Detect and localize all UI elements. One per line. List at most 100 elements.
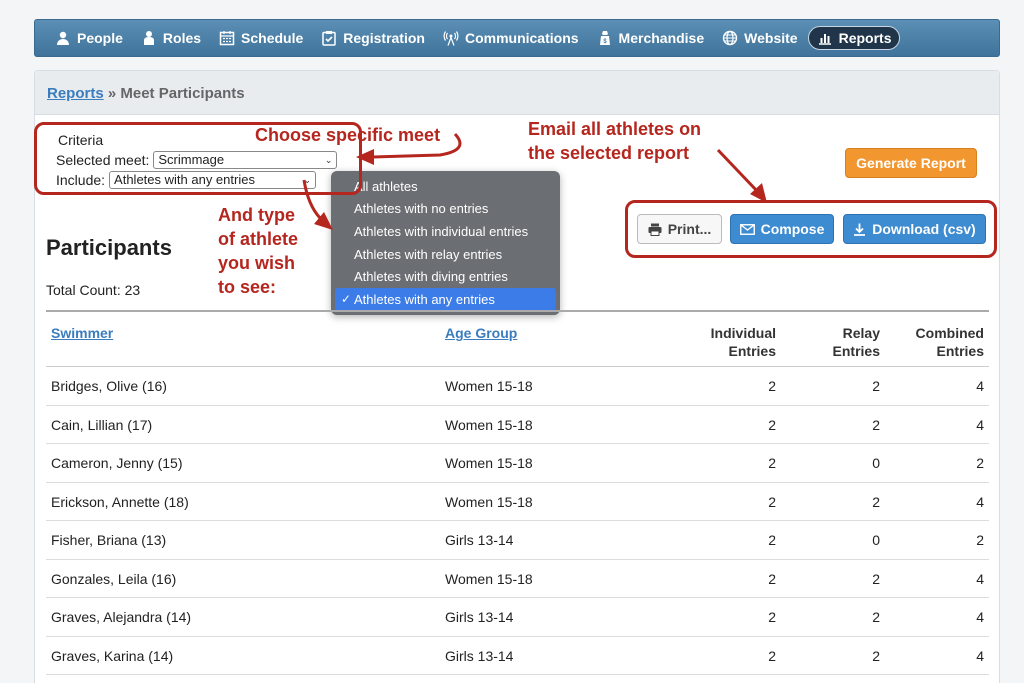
individual-entries-cell: 2 (768, 378, 776, 394)
breadcrumb-current: Meet Participants (120, 85, 245, 102)
combined-entries-cell: 2 (976, 532, 984, 548)
generate-report-label: Generate Report (856, 155, 966, 171)
relay-entries-cell: 2 (872, 416, 880, 433)
individual-entries-cell: 2 (768, 455, 776, 471)
age-group-cell: Girls 13-14 (445, 647, 514, 664)
swimmer-name-cell: Gonzales, Leila (16) (51, 570, 177, 587)
dropdown-option-selected-label: Athletes with any entries (354, 291, 495, 307)
relay-entries-cell: 2 (872, 493, 880, 510)
combined-entries-cell: 4 (976, 570, 984, 587)
age-group-cell: Girls 13-14 (445, 532, 514, 548)
swimmer-name-cell: Bridges, Olive (16) (51, 378, 167, 394)
swimmer-name-cell: Cain, Lillian (17) (51, 416, 153, 433)
individual-header-line2: Entries (728, 343, 776, 359)
combined-entries-cell: 4 (976, 647, 984, 664)
combined-entries-cell: 4 (976, 609, 984, 625)
nav-registration-label: Registration (343, 30, 425, 46)
table-header: Swimmer Age Group Individual Entries Rel… (46, 310, 989, 367)
table-row: Gonzales, Leila (16) Women 15-18 2 2 4 (46, 560, 989, 598)
checkmark-icon: ✓ (341, 292, 352, 307)
combined-header-line2: Entries (936, 343, 984, 359)
include-dropdown-menu: All athletes Athletes with no entries At… (331, 171, 560, 315)
nav-website[interactable]: Website (714, 26, 805, 50)
individual-entries-cell: 2 (768, 570, 776, 587)
person-icon (57, 31, 69, 45)
breadcrumb-reports-link[interactable]: Reports (47, 85, 104, 102)
individual-entries-cell: 2 (768, 647, 776, 664)
table-row: Fisher, Briana (13) Girls 13-14 2 0 2 (46, 521, 989, 560)
swimmer-column-header[interactable]: Swimmer (51, 324, 113, 342)
relay-entries-cell: 0 (872, 532, 880, 548)
table-body: Bridges, Olive (16) Women 15-18 2 2 4 Cain, L… (46, 367, 989, 675)
clipboard-icon (322, 31, 337, 46)
individual-entries-cell: 2 (768, 532, 776, 548)
age-group-cell: Women 15-18 (445, 378, 533, 394)
nav-registration[interactable]: Registration (313, 26, 433, 50)
nav-communications-label: Communications (464, 30, 579, 46)
nav-people-label: People (77, 30, 123, 46)
generate-report-button[interactable]: Generate Report (845, 148, 977, 178)
dropdown-option[interactable]: All athletes (331, 175, 560, 198)
nav-schedule[interactable]: Schedule (211, 26, 311, 50)
annotation-email-line1: Email all athletes on (528, 119, 702, 139)
participants-title: Participants (46, 235, 172, 260)
nav-people[interactable]: People (47, 26, 131, 50)
annotation-type-line1: And type (218, 205, 296, 225)
combined-entries-cell: 4 (976, 378, 984, 394)
age-group-column-header[interactable]: Age Group (445, 324, 517, 342)
bar-chart-icon (818, 34, 831, 45)
dropdown-option[interactable]: Athletes with relay entries (331, 243, 560, 266)
broadcast-icon (443, 31, 459, 46)
age-group-cell: Women 15-18 (445, 455, 533, 471)
nav-merchandise[interactable]: $ Merchandise (589, 26, 713, 50)
relay-entries-cell: 0 (872, 455, 880, 471)
table-row: Erickson, Annette (18) Women 15-18 2 2 4 (46, 483, 989, 521)
table-row: Cain, Lillian (17) Women 15-18 2 2 4 (46, 406, 989, 444)
globe-icon (722, 30, 738, 46)
swimmer-name-cell: Fisher, Briana (13) (51, 532, 167, 548)
nav-reports[interactable]: Reports (807, 26, 901, 50)
dropdown-option-selected[interactable]: ✓ Athletes with any entries (335, 287, 556, 311)
relay-entries-cell: 2 (872, 378, 880, 394)
swimmer-name-cell: Erickson, Annette (18) (51, 493, 189, 510)
nav-communications[interactable]: Communications (435, 26, 587, 50)
dropdown-option[interactable]: Athletes with diving entries (331, 265, 560, 288)
swimmer-name-cell: Graves, Karina (14) (51, 647, 174, 664)
actions-highlight-box (625, 200, 997, 258)
nav-roles-label: Roles (162, 30, 202, 46)
relay-entries-cell: 2 (872, 609, 880, 625)
age-group-cell: Women 15-18 (445, 416, 533, 433)
annotation-email-line2: the selected report (528, 143, 690, 163)
nav-roles[interactable]: Roles (133, 26, 209, 50)
individual-entries-cell: 2 (768, 609, 776, 625)
breadcrumb: Reports » Meet Participants (35, 71, 999, 115)
participants-table: Swimmer Age Group Individual Entries Rel… (46, 310, 989, 675)
annotation-type-line2: of athlete (218, 229, 299, 249)
dropdown-option[interactable]: Athletes with no entries (331, 198, 560, 221)
individual-header-line1: Individual (710, 325, 776, 341)
combined-entries-cell: 4 (976, 416, 984, 433)
relay-header-line1: Relay (842, 325, 880, 341)
swimmer-name-cell: Graves, Alejandra (14) (51, 609, 192, 625)
relay-entries-cell: 2 (872, 570, 880, 587)
top-navigation: People Roles Schedule Registration Commu… (34, 19, 1000, 57)
bag-icon: $ (599, 31, 610, 45)
relay-entries-column-header: Relay Entries (833, 324, 880, 360)
age-group-cell: Women 15-18 (445, 493, 533, 510)
age-group-cell: Girls 13-14 (445, 609, 514, 625)
annotation-choose-meet: Choose specific meet (255, 125, 441, 145)
relay-header-line2: Entries (832, 343, 880, 359)
total-count: Total Count: 23 (46, 282, 141, 298)
calendar-icon (219, 31, 235, 46)
roles-icon (143, 31, 154, 45)
nav-reports-label: Reports (838, 30, 892, 46)
breadcrumb-separator: » (107, 85, 117, 102)
individual-entries-cell: 2 (768, 493, 776, 510)
combined-entries-cell: 2 (976, 455, 984, 471)
annotation-type-line4: to see: (218, 277, 277, 297)
nav-website-label: Website (744, 30, 798, 46)
annotation-type-line3: you wish (218, 253, 296, 273)
table-row: Cameron, Jenny (15) Women 15-18 2 0 2 (46, 444, 989, 483)
dropdown-option[interactable]: Athletes with individual entries (331, 220, 560, 243)
nav-schedule-label: Schedule (241, 30, 304, 46)
